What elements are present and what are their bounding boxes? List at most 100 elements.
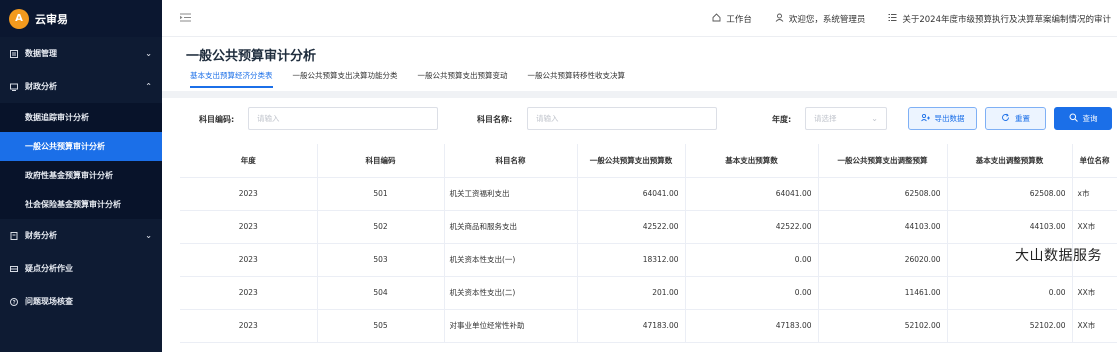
sidebar-item-data-tracking[interactable]: 数据追踪审计分析 <box>0 103 162 132</box>
page-title: 一般公共预算审计分析 <box>186 49 317 64</box>
table-row[interactable]: 2023 501 机关工资福利支出 64041.00 64041.00 6250… <box>180 177 1117 211</box>
search-label: 查询 <box>1082 114 1098 123</box>
year-select[interactable]: 请选择 ⌄ <box>805 107 887 130</box>
chevron-down-icon: ⌄ <box>145 49 152 58</box>
table-row[interactable]: 2023 505 对事业单位经常性补助 47183.00 47183.00 52… <box>180 309 1117 343</box>
cell-budget: 18312.00 <box>577 243 686 277</box>
menu-collapse-icon[interactable] <box>180 12 191 25</box>
watermark: 大山数据服务 <box>1015 248 1102 264</box>
export-icon <box>920 113 930 125</box>
logo[interactable]: A 云审易 <box>0 0 162 37</box>
code-label: 科目编码: <box>199 115 235 124</box>
project-label: 关于2024年度市级预算执行及决算草案编制情况的审计 <box>902 14 1111 25</box>
cell-budget: 47183.00 <box>577 309 686 343</box>
sidebar-item-data-management[interactable]: 数据管理 ⌄ <box>0 37 162 70</box>
column-header[interactable]: 一般公共预算支出预算数 <box>577 144 686 178</box>
workbench-label: 工作台 <box>726 14 752 25</box>
sidebar-item-label: 财务分析 <box>25 231 57 240</box>
column-header[interactable]: 科目编码 <box>317 144 445 178</box>
cell-year: 2023 <box>180 276 318 310</box>
cell-year: 2023 <box>180 177 318 211</box>
cell-basic-budget: 64041.00 <box>685 177 819 211</box>
welcome-label: 欢迎您，系统管理员 <box>788 14 866 25</box>
project-link[interactable]: 关于2024年度市级预算执行及决算草案编制情况的审计 <box>888 13 1111 25</box>
cell-code: 503 <box>317 243 445 277</box>
cell-basic-budget: 0.00 <box>685 276 819 310</box>
export-label: 导出数据 <box>934 114 965 123</box>
sidebar-item-label: 疑点分析作业 <box>25 264 73 273</box>
cell-budget: 42522.00 <box>577 210 686 244</box>
sidebar-item-gov-fund[interactable]: 政府性基金预算审计分析 <box>0 161 162 190</box>
workbench-link[interactable]: 工作台 <box>712 12 752 25</box>
sidebar-item-fiscal-analysis[interactable]: 财政分析 ⌃ <box>0 70 162 103</box>
submenu-fiscal-analysis: 数据追踪审计分析 一般公共预算审计分析 政府性基金预算审计分析 社会保险基金预算… <box>0 103 162 219</box>
cell-basic-budget: 47183.00 <box>685 309 819 343</box>
tab-function-classification[interactable]: 一般公共预算支出决算功能分类 <box>293 70 398 88</box>
list-icon <box>10 49 18 58</box>
search-icon <box>1069 113 1078 125</box>
sidebar-item-onsite-check[interactable]: 问题现场核查 <box>0 285 162 318</box>
document-icon <box>10 231 18 240</box>
cell-adjusted-budget: 62508.00 <box>818 177 948 211</box>
column-header[interactable]: 年度 <box>180 144 318 178</box>
column-header[interactable]: 科目名称 <box>444 144 578 178</box>
topbar: 工作台 欢迎您，系统管理员 关于2024年度市级预算执行及决算草案编制情况的审计 <box>162 0 1117 37</box>
table-row[interactable]: 2023 503 机关资本性支出(一) 18312.00 0.00 26020.… <box>180 243 1117 277</box>
year-placeholder: 请选择 <box>814 114 837 123</box>
tab-bar: 基本支出预算经济分类表 一般公共预算支出决算功能分类 一般公共预算支出预算变动 … <box>190 70 645 88</box>
home-icon <box>712 12 721 25</box>
year-label: 年度: <box>772 115 792 124</box>
cell-adjusted-budget: 11461.00 <box>818 276 948 310</box>
cell-unit: x市 <box>1072 177 1117 211</box>
table-row[interactable]: 2023 502 机关商品和服务支出 42522.00 42522.00 441… <box>180 210 1117 244</box>
cell-unit: XX市 <box>1072 276 1117 310</box>
cell-adjusted-budget: 52102.00 <box>818 309 948 343</box>
user-icon <box>775 13 784 25</box>
cell-basic-budget: 0.00 <box>685 243 819 277</box>
cell-year: 2023 <box>180 309 318 343</box>
sidebar-item-suspicion-analysis[interactable]: 疑点分析作业 <box>0 252 162 285</box>
column-header[interactable]: 基本支出预算数 <box>685 144 819 178</box>
name-input[interactable]: 请输入 <box>527 107 717 130</box>
column-header[interactable]: 单位名称 <box>1072 144 1117 178</box>
sidebar-item-general-budget[interactable]: 一般公共预算审计分析 <box>0 132 162 161</box>
tab-transfer-settlement[interactable]: 一般公共预算转移性收支决算 <box>528 70 626 88</box>
chevron-down-icon: ⌄ <box>145 231 152 240</box>
user-welcome[interactable]: 欢迎您，系统管理员 <box>775 13 866 25</box>
code-input[interactable]: 请输入 <box>248 107 438 130</box>
sidebar-item-financial-analysis[interactable]: 财务分析 ⌄ <box>0 219 162 252</box>
cell-code: 505 <box>317 309 445 343</box>
cell-name: 机关商品和服务支出 <box>444 210 578 244</box>
sidebar-item-label: 数据管理 <box>25 49 57 58</box>
table-header-row: 年度 科目编码 科目名称 一般公共预算支出预算数 基本支出预算数 一般公共预算支… <box>180 144 1117 178</box>
reset-button[interactable]: 重置 <box>985 107 1046 130</box>
name-label: 科目名称: <box>477 115 513 124</box>
export-button[interactable]: 导出数据 <box>908 107 977 130</box>
main-content: 一般公共预算审计分析 基本支出预算经济分类表 一般公共预算支出决算功能分类 一般… <box>162 37 1117 352</box>
cell-year: 2023 <box>180 243 318 277</box>
column-header[interactable]: 基本支出调整预算数 <box>947 144 1073 178</box>
cell-year: 2023 <box>180 210 318 244</box>
divider <box>162 91 1117 98</box>
refresh-icon <box>1001 113 1010 125</box>
cell-basic-adjusted: 62508.00 <box>947 177 1073 211</box>
search-button[interactable]: 查询 <box>1054 107 1112 130</box>
cell-name: 机关资本性支出(二) <box>444 276 578 310</box>
list-icon <box>888 13 897 25</box>
reset-label: 重置 <box>1015 114 1030 123</box>
sidebar-item-label: 财政分析 <box>25 82 57 91</box>
table-row[interactable]: 2023 504 机关资本性支出(二) 201.00 0.00 11461.00… <box>180 276 1117 310</box>
cell-budget: 201.00 <box>577 276 686 310</box>
cell-code: 501 <box>317 177 445 211</box>
filter-bar: 科目编码: 请输入 科目名称: 请输入 年度: 请选择 ⌄ 导出数据 重置 查询 <box>162 98 1117 142</box>
chevron-up-icon: ⌃ <box>145 82 152 91</box>
tab-budget-change[interactable]: 一般公共预算支出预算变动 <box>418 70 508 88</box>
column-header[interactable]: 一般公共预算支出调整预算 <box>818 144 948 178</box>
cell-basic-budget: 42522.00 <box>685 210 819 244</box>
sidebar-item-social-insurance[interactable]: 社会保险基金预算审计分析 <box>0 190 162 219</box>
inbox-icon <box>10 265 18 273</box>
tab-basic-expenditure[interactable]: 基本支出预算经济分类表 <box>190 70 273 88</box>
monitor-icon <box>10 83 18 91</box>
cell-name: 对事业单位经常性补助 <box>444 309 578 343</box>
chevron-down-icon: ⌄ <box>871 114 878 123</box>
